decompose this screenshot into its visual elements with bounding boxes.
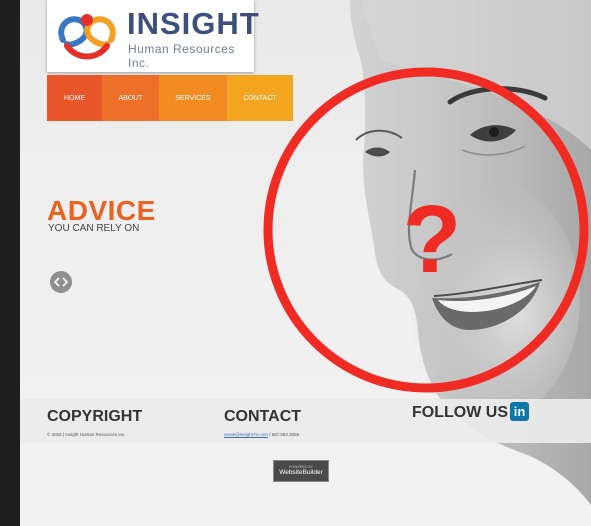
hero-subheadline: YOU CAN RELY ON [48,223,140,234]
nav-about[interactable]: ABOUT [102,75,159,121]
nav-contact[interactable]: CONTACT [227,75,293,121]
nav-home[interactable]: HOME [47,75,102,121]
left-right-arrows-icon [54,277,68,287]
question-mark: ? [403,186,462,293]
screenshot-stage: ? INSIGHT Human Resources Inc. HOME ABOU… [0,0,591,526]
main-nav: HOME ABOUT SERVICES CONTACT [47,75,293,121]
contact-heading: CONTACT [224,408,302,425]
logo-title: INSIGHT [127,6,260,41]
logo-subtitle: Human Resources Inc. [128,42,235,70]
follow-heading: FOLLOW US [412,404,508,421]
copyright-text: © 2018 | Insight Human Resources Inc. [47,432,126,437]
copyright-heading: COPYRIGHT [47,408,143,425]
slider-arrows-button[interactable] [50,271,72,293]
site-logo[interactable]: INSIGHT Human Resources Inc. [47,0,259,72]
badge-brand: WebsiteBuilder [279,469,323,476]
contact-phone: / 587.683.3059 [267,432,300,437]
nav-services[interactable]: SERVICES [159,75,227,121]
webpage: ? INSIGHT Human Resources Inc. HOME ABOU… [20,0,591,526]
website-builder-badge[interactable]: POWERED BY WebsiteBuilder [273,460,329,482]
linkedin-icon[interactable]: in [510,402,529,421]
contact-line: sarah@insight-hr.com / 587.683.3059 [224,432,299,437]
contact-email-link[interactable]: sarah@insight-hr.com [224,432,268,437]
window-left-edge [0,0,20,526]
logo-people-icon [58,14,116,60]
